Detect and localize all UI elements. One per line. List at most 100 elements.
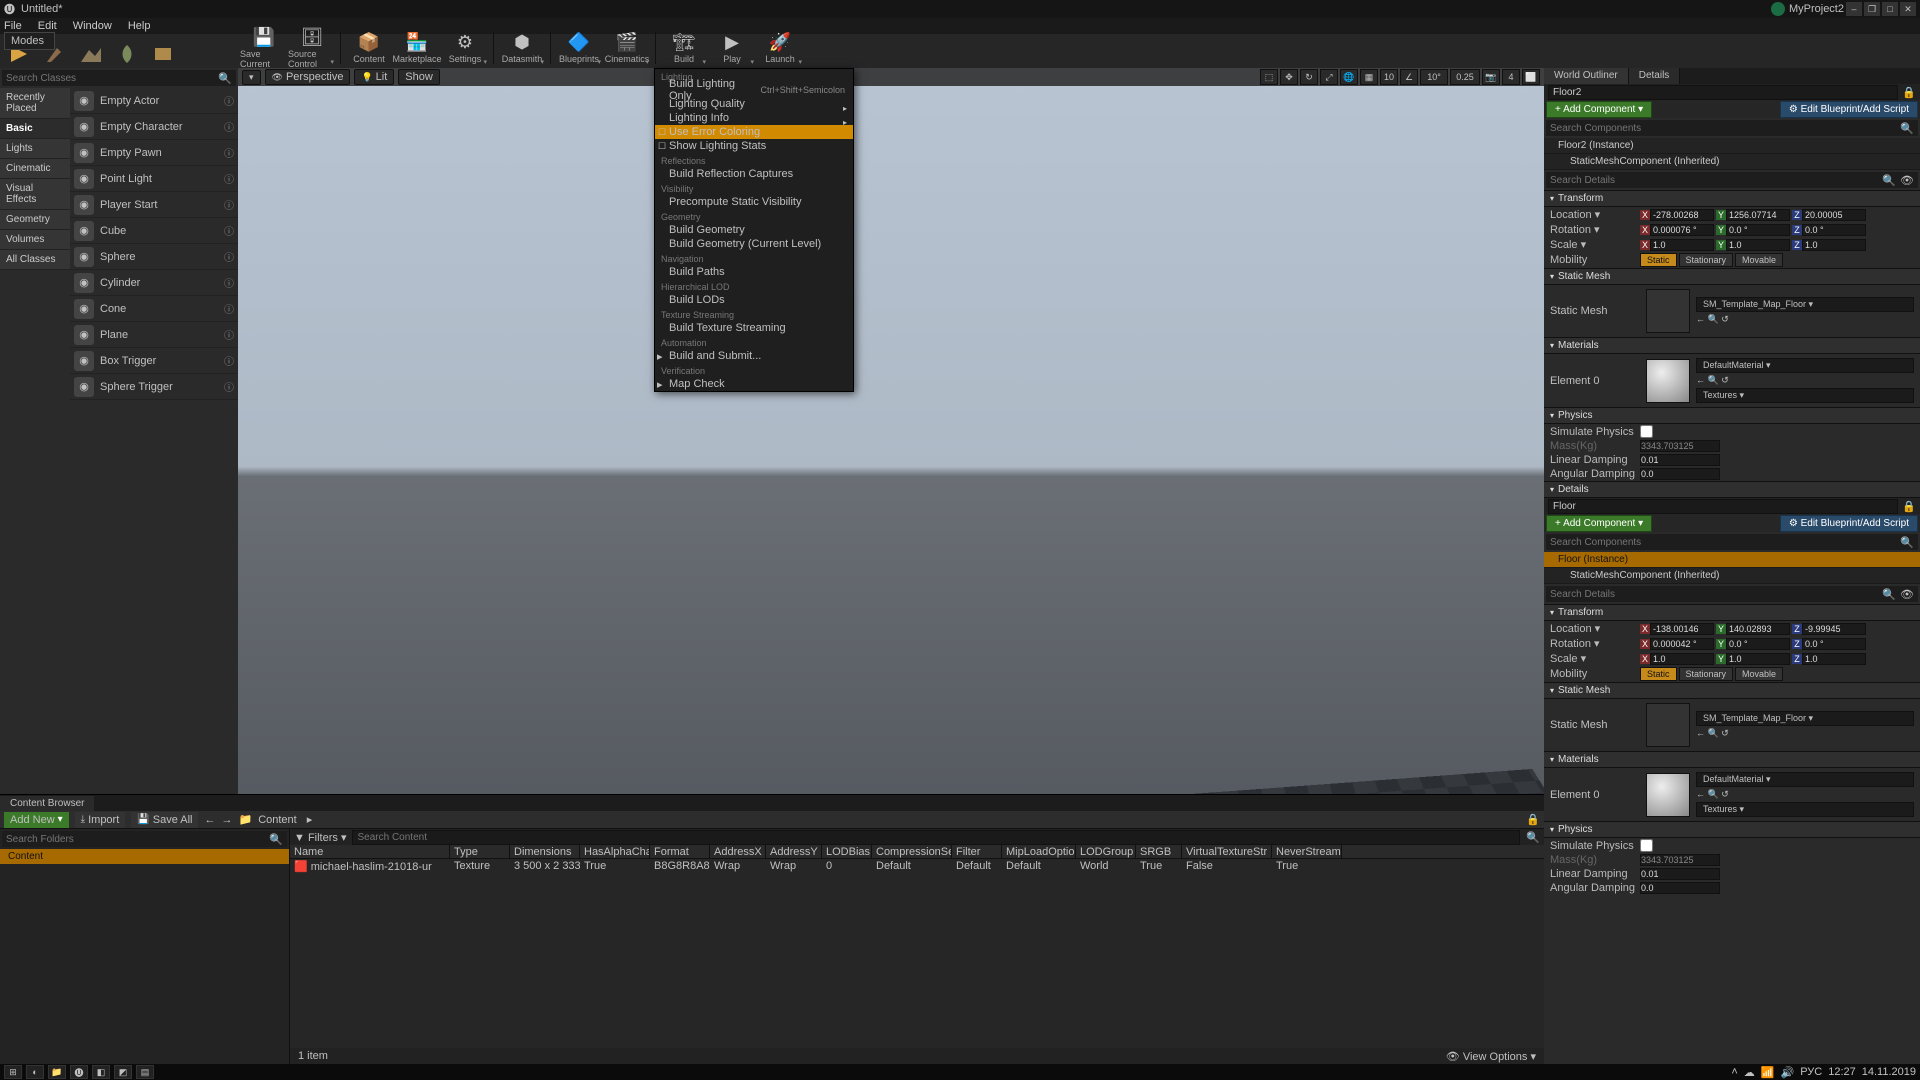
- breadcrumb-path[interactable]: Content: [258, 814, 297, 826]
- menu-item[interactable]: Build Geometry: [655, 223, 853, 237]
- menu-item[interactable]: ☐Use Error Coloring: [655, 125, 853, 139]
- menu-item[interactable]: ▸Map Check: [655, 377, 853, 391]
- toolbar-settings-button[interactable]: ⚙Settings▾: [441, 28, 489, 68]
- toolbar-blueprints-button[interactable]: 🔷Blueprints▾: [555, 28, 603, 68]
- scale-x-input[interactable]: [1650, 653, 1714, 665]
- eye-icon[interactable]: 👁: [1900, 588, 1914, 601]
- place-item[interactable]: ◉Cylinderⓘ: [70, 270, 238, 296]
- mobility-movable-button[interactable]: Movable: [1735, 667, 1783, 681]
- nav-fwd-icon[interactable]: →: [221, 814, 232, 826]
- menu-item[interactable]: Lighting Info: [655, 111, 853, 125]
- place-item[interactable]: ◉Sphere Triggerⓘ: [70, 374, 238, 400]
- place-category[interactable]: Visual Effects: [0, 179, 70, 210]
- section-static-mesh[interactable]: Static Mesh: [1544, 682, 1920, 699]
- info-icon[interactable]: ⓘ: [224, 197, 234, 212]
- menu-item[interactable]: Build Texture Streaming: [655, 321, 853, 335]
- transform-move-icon[interactable]: ✥: [1280, 69, 1298, 85]
- column-header[interactable]: AddressX: [710, 845, 766, 858]
- transform-select-icon[interactable]: ⬚: [1260, 69, 1278, 85]
- toolbar-cinematics-button[interactable]: 🎬Cinematics▾: [603, 28, 651, 68]
- minimize-button[interactable]: –: [1846, 2, 1862, 16]
- close-button[interactable]: ✕: [1900, 2, 1916, 16]
- snap-grid-icon[interactable]: ▦: [1360, 69, 1378, 85]
- snap-angle-icon[interactable]: ∠: [1400, 69, 1418, 85]
- rotation-y-input[interactable]: [1726, 224, 1790, 236]
- rotation-z-input[interactable]: [1802, 638, 1866, 650]
- menu-edit[interactable]: Edit: [38, 20, 57, 32]
- section-materials[interactable]: Materials: [1544, 337, 1920, 354]
- column-header[interactable]: Type: [450, 845, 510, 858]
- toolbar-play-button[interactable]: ▶Play▾: [708, 28, 756, 68]
- menu-item[interactable]: Build Lighting OnlyCtrl+Shift+Semicolon: [655, 83, 853, 97]
- tray-vol-icon[interactable]: 🔊: [1780, 1066, 1794, 1079]
- linear-damping-input[interactable]: [1640, 454, 1720, 466]
- mode-foliage-icon[interactable]: [110, 36, 144, 72]
- simulate-physics-checkbox[interactable]: [1640, 425, 1653, 438]
- component-item[interactable]: Floor (Instance): [1544, 552, 1920, 568]
- rotation-y-input[interactable]: [1726, 638, 1790, 650]
- material-thumbnail[interactable]: [1646, 359, 1690, 403]
- info-icon[interactable]: ⓘ: [224, 171, 234, 186]
- place-item[interactable]: ◉Coneⓘ: [70, 296, 238, 322]
- mass-input[interactable]: [1640, 854, 1720, 866]
- menu-item[interactable]: ▸Build and Submit...: [655, 349, 853, 363]
- menu-window[interactable]: Window: [73, 20, 112, 32]
- search-components-input[interactable]: [1550, 123, 1900, 134]
- column-header[interactable]: NeverStream: [1272, 845, 1342, 858]
- simulate-physics-checkbox[interactable]: [1640, 839, 1653, 852]
- info-icon[interactable]: ⓘ: [224, 145, 234, 160]
- actor-name-input[interactable]: [1548, 499, 1898, 514]
- info-icon[interactable]: ⓘ: [224, 223, 234, 238]
- snap-grid-value[interactable]: 10: [1380, 69, 1398, 85]
- transform-rotate-icon[interactable]: ↻: [1300, 69, 1318, 85]
- search-details-input[interactable]: [1550, 175, 1882, 186]
- menu-item[interactable]: Build Reflection Captures: [655, 167, 853, 181]
- restore-button[interactable]: ❐: [1864, 2, 1880, 16]
- tray-chevron-icon[interactable]: ˄: [1731, 1066, 1737, 1078]
- column-header[interactable]: LODBias: [822, 845, 872, 858]
- column-header[interactable]: LODGroup: [1076, 845, 1136, 858]
- toolbar-build-button[interactable]: 🏗Build▾: [660, 28, 708, 68]
- mobility-stationary-button[interactable]: Stationary: [1679, 667, 1734, 681]
- transform-scale-icon[interactable]: ⤢: [1320, 69, 1338, 85]
- task-chrome-icon[interactable]: ◐: [26, 1065, 44, 1079]
- info-icon[interactable]: ⓘ: [224, 379, 234, 394]
- mesh-thumbnail[interactable]: [1646, 289, 1690, 333]
- maximize-button[interactable]: □: [1882, 2, 1898, 16]
- viewport-options-button[interactable]: ▾: [242, 70, 261, 85]
- tab-world-outliner[interactable]: World Outliner: [1544, 68, 1629, 84]
- toolbar-market-button[interactable]: 🏪Marketplace: [393, 28, 441, 68]
- eye-icon[interactable]: 👁: [1900, 174, 1914, 187]
- column-header[interactable]: MipLoadOptions: [1002, 845, 1076, 858]
- mobility-static-button[interactable]: Static: [1640, 667, 1677, 681]
- scale-z-input[interactable]: [1802, 239, 1866, 251]
- material-asset-dropdown[interactable]: DefaultMaterial ▾: [1696, 358, 1914, 373]
- column-header[interactable]: Dimensions: [510, 845, 580, 858]
- section-transform[interactable]: Transform: [1544, 604, 1920, 621]
- place-category[interactable]: Basic: [0, 119, 70, 139]
- task-explorer-icon[interactable]: 📁: [48, 1065, 66, 1079]
- search-components-input[interactable]: [1550, 537, 1900, 548]
- filters-button[interactable]: ▼ Filters ▾: [294, 831, 346, 844]
- tab-details[interactable]: Details: [1629, 68, 1681, 84]
- place-item[interactable]: ◉Empty Actorⓘ: [70, 88, 238, 114]
- angular-damping-input[interactable]: [1640, 468, 1720, 480]
- camera-speed-icon[interactable]: 📷: [1482, 69, 1500, 85]
- section-static-mesh[interactable]: Static Mesh: [1544, 268, 1920, 285]
- nav-back-icon[interactable]: ←: [204, 814, 215, 826]
- place-item[interactable]: ◉Planeⓘ: [70, 322, 238, 348]
- start-button[interactable]: ⊞: [4, 1065, 22, 1079]
- mesh-thumbnail[interactable]: [1646, 703, 1690, 747]
- section-materials[interactable]: Materials: [1544, 751, 1920, 768]
- menu-help[interactable]: Help: [128, 20, 151, 32]
- mesh-asset-dropdown[interactable]: SM_Template_Map_Floor ▾: [1696, 297, 1914, 312]
- location-y-input[interactable]: [1726, 209, 1790, 221]
- mobility-stationary-button[interactable]: Stationary: [1679, 253, 1734, 267]
- location-x-input[interactable]: [1650, 623, 1714, 635]
- place-category[interactable]: All Classes: [0, 250, 70, 270]
- lock-icon[interactable]: 🔒: [1526, 813, 1540, 826]
- toolbar-datasmith-button[interactable]: ⬢Datasmith▾: [498, 28, 546, 68]
- place-item[interactable]: ◉Empty Pawnⓘ: [70, 140, 238, 166]
- info-icon[interactable]: ⓘ: [224, 301, 234, 316]
- search-details-input[interactable]: [1550, 589, 1882, 600]
